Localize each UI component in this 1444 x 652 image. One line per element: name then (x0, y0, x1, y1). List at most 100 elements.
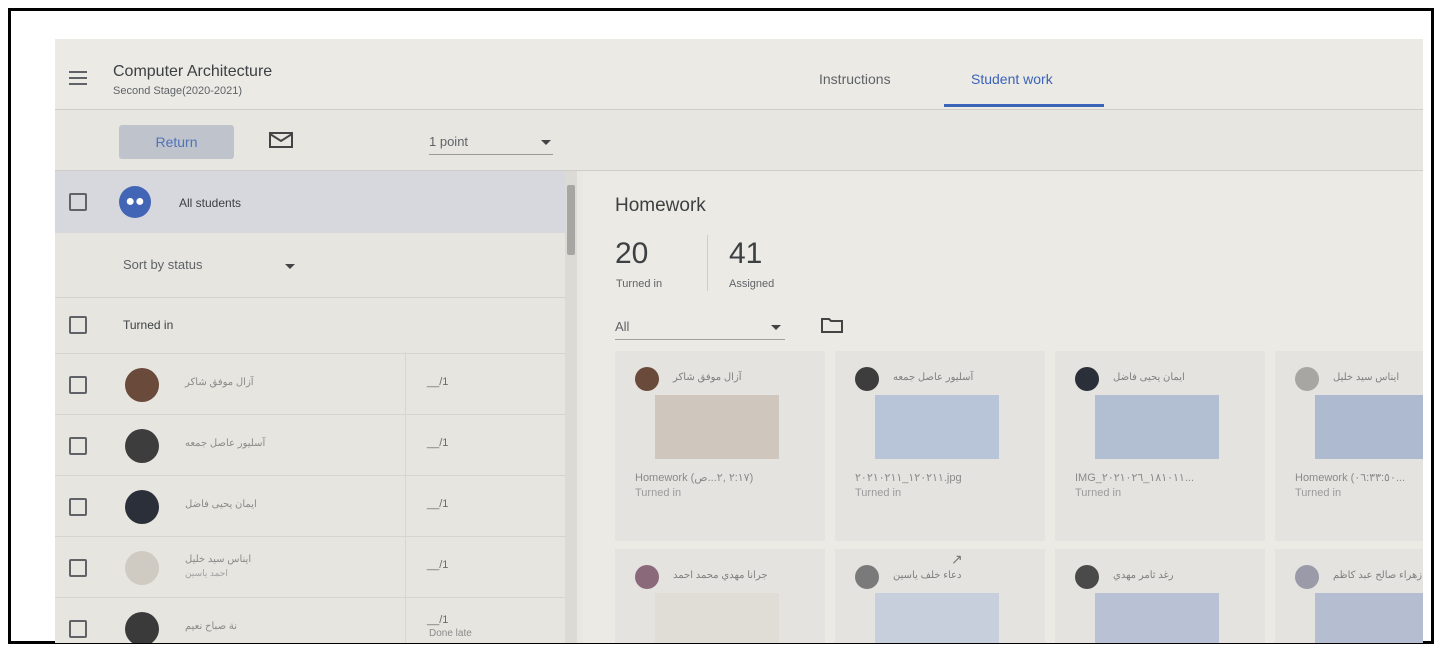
avatar (635, 367, 659, 391)
submission-thumbnail[interactable] (655, 593, 779, 643)
late-status: Done late (429, 628, 472, 639)
submission-card[interactable]: ايمان يحيى فاضل IMG_١٨١٠١١_٢٠٢١٠٢٦... Tu… (1055, 351, 1265, 541)
points-select[interactable]: 1 point (429, 134, 553, 155)
submission-status: Turned in (635, 487, 682, 499)
student-row[interactable]: آسليور عاصل جمعه __/1 (55, 414, 565, 475)
app-header: Computer Architecture Second Stage(2020-… (55, 39, 1423, 110)
student-name: آزال موفق شاكر (185, 377, 254, 388)
turned-in-count: 20 (615, 237, 649, 270)
submission-card[interactable]: رغد ثامر مهدي (1055, 549, 1265, 643)
student-checkbox[interactable] (69, 620, 87, 638)
submission-thumbnail[interactable] (1095, 395, 1219, 459)
course-title: Computer Architecture (113, 63, 273, 80)
group-icon: ●● (119, 186, 151, 218)
all-students-row[interactable]: ●● All students (55, 171, 565, 233)
avatar (1075, 565, 1099, 589)
student-row[interactable]: آزال موفق شاكر __/1 (55, 353, 565, 414)
hamburger-menu-icon[interactable] (69, 71, 87, 85)
assigned-label: Assigned (729, 278, 775, 290)
avatar (855, 367, 879, 391)
avatar (1295, 367, 1319, 391)
student-grade[interactable]: __/1 (427, 559, 448, 571)
chevron-down-icon (541, 140, 551, 145)
avatar (125, 490, 159, 524)
student-row[interactable]: ايمان يحيى فاضل __/1 (55, 475, 565, 536)
mail-icon[interactable] (269, 132, 293, 148)
avatar (125, 551, 159, 585)
student-name: آسليور عاصل جمعه (185, 438, 266, 449)
stat-divider (707, 235, 708, 291)
tab-student-work[interactable]: Student work (971, 71, 1053, 87)
student-checkbox[interactable] (69, 559, 87, 577)
student-checkbox[interactable] (69, 498, 87, 516)
student-checkbox[interactable] (69, 376, 87, 394)
submission-status: Turned in (1075, 487, 1122, 499)
screenshot-frame: Computer Architecture Second Stage(2020-… (8, 8, 1434, 644)
submission-thumbnail[interactable] (875, 593, 999, 643)
points-value: 1 point (429, 134, 469, 149)
student-subtext: احمد ياسين (185, 568, 228, 578)
submission-thumbnail[interactable] (875, 395, 999, 459)
sort-by-status-select[interactable]: Sort by status (123, 257, 202, 272)
avatar (125, 612, 159, 643)
student-row[interactable]: نة صباح نعيم __/1 Done late (55, 597, 565, 643)
tab-instructions[interactable]: Instructions (819, 71, 891, 87)
student-checkbox[interactable] (69, 437, 87, 455)
file-name: IMG_١٨١٠١١_٢٠٢١٠٢٦... (1075, 472, 1195, 484)
card-student-name: ايمان يحيى فاضل (1113, 372, 1185, 383)
student-row[interactable]: ايناس سيد خليل احمد ياسين __/1 (55, 536, 565, 597)
card-student-name: دعاء خلف ياسين (893, 570, 962, 581)
submission-thumbnail[interactable] (1095, 593, 1219, 643)
student-name: نة صباح نعيم (185, 621, 237, 632)
submission-status: Turned in (855, 487, 902, 499)
card-student-name: آزال موفق شاكر (673, 372, 742, 383)
card-student-name: جرانا مهدي محمد احمد (673, 570, 768, 581)
card-student-name: آسليور عاصل جمعه (893, 372, 974, 383)
student-grade[interactable]: __/1 (427, 376, 448, 388)
submission-status: Turned in (1295, 487, 1342, 499)
turned-in-label: Turned in (616, 278, 663, 290)
assigned-count: 41 (729, 237, 763, 270)
submission-thumbnail[interactable] (1315, 593, 1423, 643)
submission-card[interactable]: جرانا مهدي محمد احمد (615, 549, 825, 643)
student-grade[interactable]: __/1 (427, 437, 448, 449)
active-tab-indicator (944, 104, 1104, 107)
turned-in-section-header: Turned in (55, 297, 565, 353)
scrollbar-thumb[interactable] (567, 185, 575, 255)
student-grade[interactable]: __/1 (427, 498, 448, 510)
file-name: ١٢٠٢١١_٢٠٢١٠٢١١.jpg (855, 472, 962, 484)
submission-thumbnail[interactable] (655, 395, 779, 459)
avatar (1075, 367, 1099, 391)
filter-value: All (615, 319, 630, 334)
column-divider (405, 352, 406, 643)
card-student-name: زهراء صالح عبد كاظم (1333, 570, 1423, 581)
submission-card[interactable]: آسليور عاصل جمعه ١٢٠٢١١_٢٠٢١٠٢١١.jpg Tur… (835, 351, 1045, 541)
assignment-panel: Homework 20 Turned in 41 Assigned All آز… (583, 171, 1423, 643)
avatar (855, 565, 879, 589)
avatar (635, 565, 659, 589)
turned-in-checkbox[interactable] (69, 316, 87, 334)
all-students-checkbox[interactable] (69, 193, 87, 211)
avatar (1295, 565, 1319, 589)
chevron-down-icon (771, 325, 781, 330)
student-name: ايمان يحيى فاضل (185, 499, 257, 510)
card-student-name: رغد ثامر مهدي (1113, 570, 1174, 581)
classroom-screen: Computer Architecture Second Stage(2020-… (55, 39, 1423, 643)
chevron-down-icon (285, 264, 295, 269)
course-subtitle: Second Stage(2020-2021) (113, 85, 243, 97)
submission-card[interactable]: دعاء خلف ياسين (835, 549, 1045, 643)
return-button[interactable]: Return (119, 125, 234, 159)
student-grade[interactable]: __/1 (427, 614, 448, 626)
folder-icon[interactable] (821, 317, 843, 333)
toolbar: Return 1 point (55, 110, 1423, 171)
submission-thumbnail[interactable] (1315, 395, 1423, 459)
submission-card[interactable]: زهراء صالح عبد كاظم (1275, 549, 1423, 643)
card-student-name: ايناس سيد خليل (1333, 372, 1400, 383)
file-name: Homework (٢:١٧ ,٢...ص) (635, 472, 754, 484)
filter-select[interactable]: All (615, 319, 785, 340)
student-name: ايناس سيد خليل (185, 554, 252, 565)
assignment-title: Homework (615, 195, 706, 216)
submission-card[interactable]: آزال موفق شاكر Homework (٢:١٧ ,٢...ص) Tu… (615, 351, 825, 541)
avatar (125, 429, 159, 463)
submission-card[interactable]: ايناس سيد خليل Homework (٠٦:٣٣:٥٠... Tur… (1275, 351, 1423, 541)
